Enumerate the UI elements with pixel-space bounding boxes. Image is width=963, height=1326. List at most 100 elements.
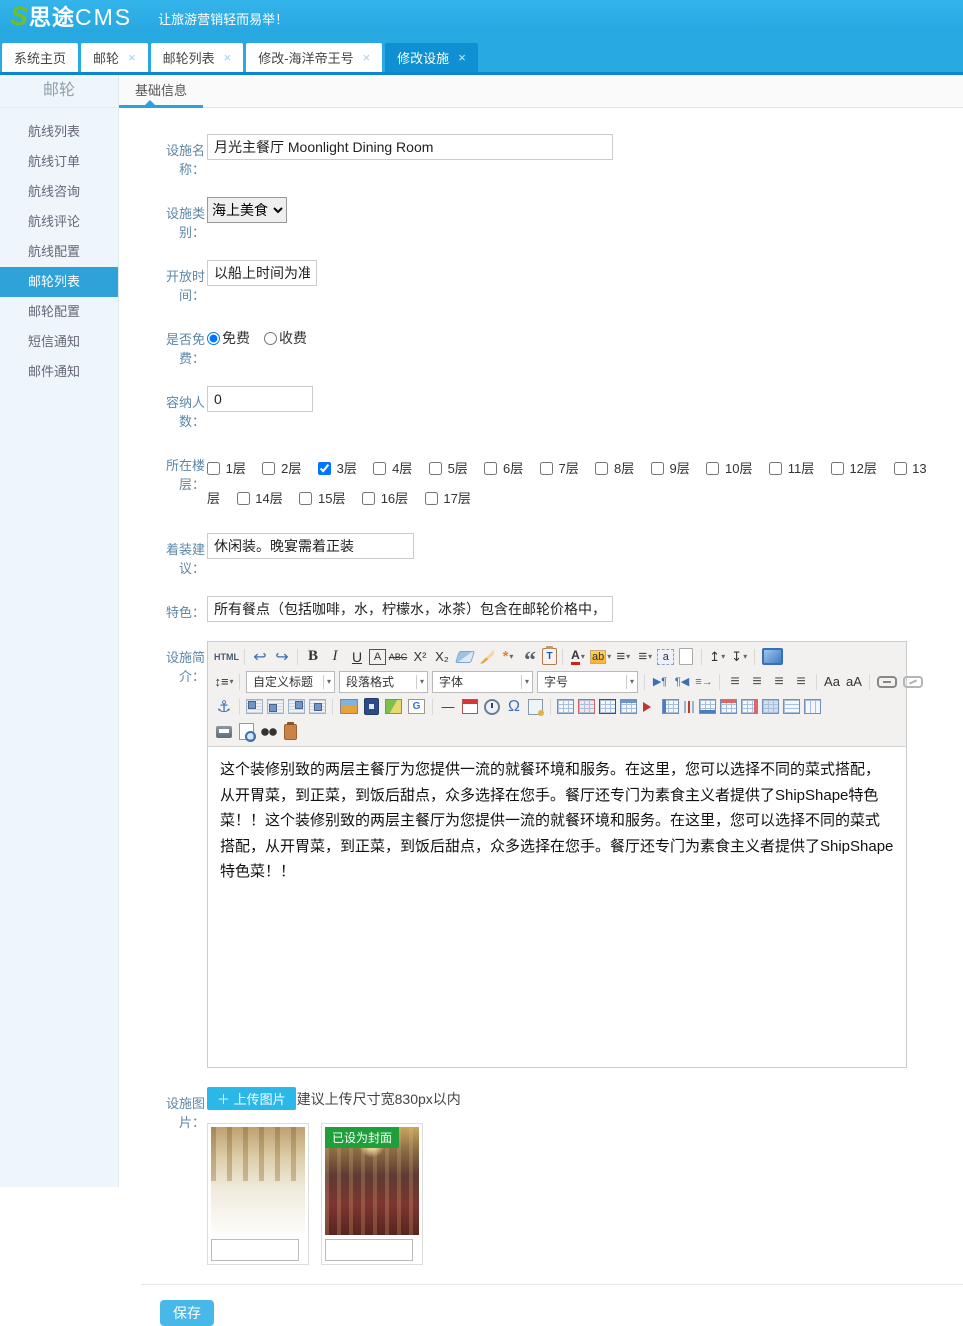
floor-checkbox[interactable] [262, 462, 275, 475]
floor-checkbox[interactable] [831, 462, 844, 475]
floor-checkbox[interactable] [595, 462, 608, 475]
tab-edit-facility[interactable]: 修改设施 × [385, 43, 478, 72]
remove-format-icon[interactable]: ▾ [455, 651, 475, 663]
horizontal-rule-button[interactable]: —▾ [438, 697, 458, 717]
split-cols-icon[interactable]: ▾ [804, 699, 821, 714]
insert-table-icon[interactable]: ▾ [557, 699, 574, 714]
fullscreen-icon[interactable]: ▾ [762, 648, 783, 665]
floor-checkbox[interactable] [362, 492, 375, 505]
anchor-style-button[interactable]: a▾ [657, 649, 674, 665]
superscript-button[interactable]: X²▾ [410, 647, 430, 667]
image-caption-input[interactable] [211, 1239, 299, 1261]
unlink-icon[interactable]: ▾ [903, 676, 923, 688]
strikethrough-button[interactable]: ABC▾ [388, 647, 408, 667]
special-chars-button[interactable]: Ω▾ [504, 697, 524, 717]
floor-checkbox[interactable] [706, 462, 719, 475]
sidebar-item-route-config[interactable]: 航线配置 [0, 237, 118, 267]
tab-cruise-list[interactable]: 邮轮列表 × [151, 43, 244, 72]
floor-checkbox[interactable] [429, 462, 442, 475]
save-button[interactable]: 保存 [160, 1300, 214, 1326]
sidebar-item-cruise-config[interactable]: 邮轮配置 [0, 297, 118, 327]
image-float-left-icon[interactable]: ▾ [267, 699, 284, 714]
sidebar-item-route-orders[interactable]: 航线订单 [0, 147, 118, 177]
undo-icon[interactable]: ↩▾ [250, 647, 270, 667]
close-icon[interactable]: × [363, 50, 371, 65]
italic-button[interactable]: I▾ [325, 647, 345, 667]
align-right-button[interactable]: ≡▾ [769, 672, 789, 692]
insert-date-icon[interactable]: ▾ [462, 699, 478, 714]
image-float-none-icon[interactable]: ▾ [246, 699, 263, 714]
delete-row-icon[interactable]: ▾ [720, 699, 737, 714]
row-spacing-top-button[interactable]: ↥▾ [707, 647, 727, 667]
uppercase-button[interactable]: Aa▾ [822, 672, 842, 692]
insert-image-icon[interactable]: ▾ [340, 699, 358, 714]
link-icon[interactable]: ▾ [877, 676, 897, 688]
line-height-button[interactable]: ↕≡▾ [214, 672, 234, 692]
lowercase-button[interactable]: aA▾ [844, 672, 864, 692]
font-size-select[interactable]: 字号▾ [537, 671, 638, 693]
auto-typeset-icon[interactable]: *▾ [498, 647, 518, 667]
align-left-button[interactable]: ≡▾ [725, 672, 745, 692]
floor-checkbox[interactable] [237, 492, 250, 505]
features-input[interactable] [207, 596, 613, 622]
image-caption-input[interactable] [325, 1239, 413, 1261]
insert-col-icon[interactable]: ▾ [662, 699, 679, 714]
paste-plain-icon[interactable]: T▾ [542, 648, 557, 665]
google-map-icon[interactable]: G▾ [408, 699, 425, 714]
subscript-button[interactable]: X₂▾ [432, 647, 452, 667]
underline-button[interactable]: U▾ [347, 647, 367, 667]
split-cell-icon[interactable]: ▾ [688, 701, 690, 713]
direction-ltr-button[interactable]: ▶¶▾ [650, 672, 670, 692]
capacity-input[interactable] [207, 386, 313, 412]
close-icon[interactable]: × [128, 50, 136, 65]
image-center-icon[interactable]: ▾ [309, 699, 326, 714]
sidebar-item-sms-notice[interactable]: 短信通知 [0, 327, 118, 357]
align-justify-button[interactable]: ≡▾ [791, 672, 811, 692]
table-props-icon[interactable]: ▾ [599, 699, 616, 714]
clear-doc-icon[interactable]: ▾ [679, 648, 693, 665]
dress-advice-input[interactable] [207, 533, 414, 559]
close-icon[interactable]: × [224, 50, 232, 65]
tab-basic-info[interactable]: 基础信息 [119, 75, 203, 107]
floor-checkbox[interactable] [651, 462, 664, 475]
redo-icon[interactable]: ↪▾ [272, 647, 292, 667]
html-source-button[interactable]: HTML▾ [214, 647, 239, 667]
floor-checkbox[interactable] [894, 462, 907, 475]
sidebar-item-email-notice[interactable]: 邮件通知 [0, 357, 118, 387]
is-free-option[interactable]: 收费 [264, 328, 307, 348]
ordered-list-button[interactable]: ≡▾ [613, 647, 633, 667]
indent-button[interactable]: ≡→▾ [694, 672, 714, 692]
tab-cruise[interactable]: 邮轮 × [81, 43, 148, 72]
insert-time-icon[interactable]: ▾ [484, 699, 500, 715]
baidu-map-icon[interactable]: ▾ [385, 699, 402, 714]
is-free-radio[interactable] [264, 332, 277, 345]
paragraph-format-select[interactable]: 段落格式▾ [339, 671, 428, 693]
is-free-option[interactable]: 免费 [207, 328, 250, 348]
facility-name-input[interactable] [207, 134, 613, 160]
row-spacing-bottom-button[interactable]: ↧▾ [729, 647, 749, 667]
floor-checkbox[interactable] [299, 492, 312, 505]
align-center-button[interactable]: ≡▾ [747, 672, 767, 692]
sidebar-item-route-list[interactable]: 航线列表 [0, 117, 118, 147]
direction-rtl-button[interactable]: ¶◀▾ [672, 672, 692, 692]
delete-col-icon[interactable]: ▾ [741, 699, 758, 714]
preview-icon[interactable]: ▾ [239, 723, 254, 740]
floor-checkbox[interactable] [769, 462, 782, 475]
tab-system-home[interactable]: 系统主页 × [2, 43, 78, 72]
cell-props-icon[interactable]: ▾ [620, 699, 637, 714]
anchor-icon[interactable]: ⚓▾ [214, 697, 234, 717]
upload-image-button[interactable]: ＋ 上传图片 [207, 1087, 296, 1110]
format-painter-icon[interactable]: ▾ [480, 650, 494, 664]
custom-title-select[interactable]: 自定义标题▾ [246, 671, 335, 693]
sidebar-item-cruise-list[interactable]: 邮轮列表 [0, 267, 118, 297]
sidebar-item-route-comments[interactable]: 航线评论 [0, 207, 118, 237]
search-replace-icon[interactable]: ▾ [261, 727, 277, 737]
blockquote-icon[interactable]: “▾ [520, 642, 540, 671]
editor-content[interactable]: 这个装修别致的两层主餐厅为您提供一流的就餐环境和服务。在这里，您可以选择不同的菜… [208, 747, 906, 1067]
tab-edit-ocean-emperor[interactable]: 修改-海洋帝王号 × [246, 43, 382, 72]
paste-icon[interactable]: ▾ [284, 724, 297, 740]
snap-screen-icon[interactable]: ▾ [528, 699, 543, 715]
font-color-button[interactable]: A▾ [568, 647, 588, 667]
insert-row-icon[interactable]: ▾ [699, 699, 716, 714]
unordered-list-button[interactable]: ≡▾ [635, 647, 655, 667]
